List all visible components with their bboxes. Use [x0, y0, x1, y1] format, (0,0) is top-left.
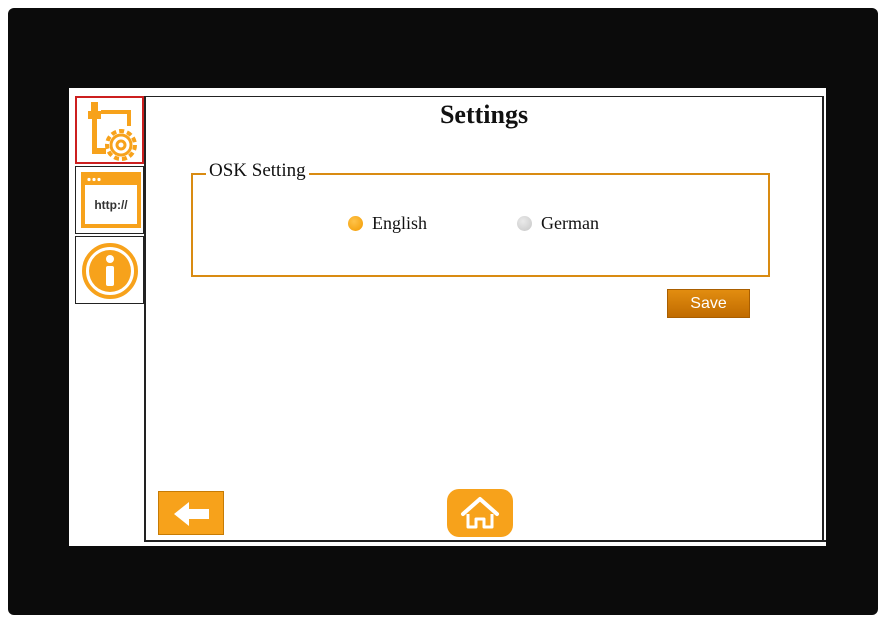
- sidebar-item-info[interactable]: [75, 236, 144, 304]
- info-icon: [82, 243, 138, 299]
- touch-screen: http:// Settings OSK Setting English Ger…: [69, 88, 826, 546]
- radio-english-label: English: [372, 213, 428, 233]
- content-bottom-border: [144, 540, 826, 542]
- back-button[interactable]: [158, 491, 224, 535]
- home-icon: [461, 497, 499, 529]
- http-window-icon: http://: [81, 172, 141, 228]
- radio-selected-icon: [348, 216, 363, 231]
- sidebar-item-settings[interactable]: [75, 96, 144, 164]
- http-icon-label: http://: [94, 198, 128, 212]
- radio-german-label: German: [541, 213, 599, 233]
- radio-german[interactable]: German: [517, 213, 599, 234]
- save-button[interactable]: Save: [667, 289, 750, 318]
- page-title: Settings: [439, 100, 529, 129]
- sidebar: http://: [75, 96, 146, 308]
- home-button[interactable]: [447, 489, 513, 537]
- arrow-left-icon: [174, 502, 209, 526]
- plug-gear-icon: [88, 102, 137, 161]
- content-right-border: [822, 96, 824, 542]
- osk-setting-legend: OSK Setting: [206, 160, 309, 182]
- radio-english[interactable]: English: [348, 213, 427, 234]
- osk-setting-group: [191, 173, 770, 277]
- radio-unselected-icon: [517, 216, 532, 231]
- sidebar-item-http[interactable]: http://: [75, 166, 144, 234]
- content-top-border: [144, 96, 824, 97]
